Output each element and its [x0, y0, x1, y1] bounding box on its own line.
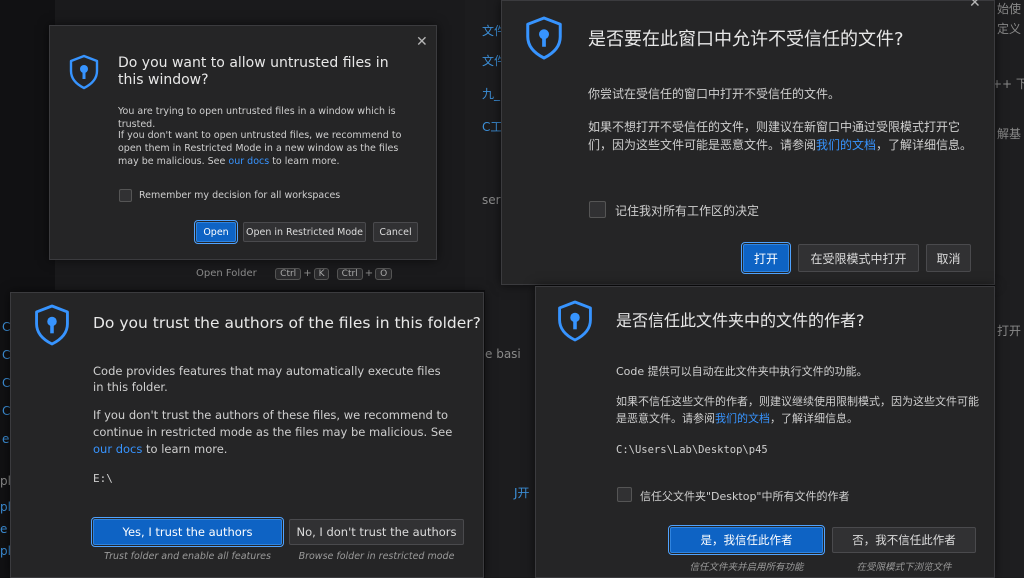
detail-text: If you don't trust the authors of these …	[93, 408, 453, 439]
remember-decision-checkbox[interactable]	[119, 189, 132, 202]
dont-trust-hint: 在受限模式下浏览文件	[856, 562, 952, 573]
key-ctrl: Ctrl	[275, 268, 302, 280]
remember-decision-checkbox[interactable]	[589, 201, 606, 218]
bg-fragment: 定义	[997, 22, 1022, 36]
dialog-title: 是否要在此窗口中允许不受信任的文件?	[588, 29, 904, 50]
detail-text-end: ，了解详细信息。	[770, 412, 858, 425]
dialog-message: Code provides features that may automati…	[93, 364, 441, 394]
folder-path: E:\	[93, 472, 113, 485]
detail-text-end: to learn more.	[142, 442, 228, 456]
dialog-detail: 如果不信任这些文件的作者，则建议继续使用限制模式，因为这些文件可能是恶意文件。请…	[616, 393, 981, 427]
remember-decision-label: Remember my decision for all workspaces	[139, 190, 341, 201]
key-k: K	[313, 268, 330, 280]
trust-hint: 信任文件夹并启用所有功能	[689, 562, 804, 573]
bg-fragment: e basi	[485, 347, 521, 361]
untrusted-files-dialog-en: ✕ Do you want to allow untrusted files i…	[49, 25, 437, 260]
bg-fragment: ++ 下	[992, 77, 1024, 91]
bg-fragment: e	[0, 522, 8, 536]
dont-trust-hint: Browse folder in restricted mode	[298, 551, 455, 562]
dialog-title: Do you want to allow untrusted files in …	[118, 55, 389, 88]
bg-fragment: 解基	[997, 127, 1022, 141]
detail-text-end: to learn more.	[269, 156, 340, 167]
dialog-detail: If you don't trust the authors of these …	[93, 407, 473, 458]
shield-icon	[69, 54, 99, 90]
trust-authors-dialog-en: Do you trust the authors of the files in…	[10, 292, 484, 578]
bg-fragment: J开	[514, 486, 530, 500]
docs-link[interactable]: 我们的文档	[715, 412, 770, 425]
open-folder-hint: Open Folder Ctrl + K Ctrl + O	[196, 268, 394, 280]
trust-hint: Trust folder and enable all features	[104, 551, 271, 562]
trust-parent-checkbox[interactable]	[617, 487, 632, 502]
close-icon[interactable]: ✕	[416, 34, 428, 50]
cancel-button[interactable]: Cancel	[373, 222, 418, 242]
dialog-detail: 如果不想打开不受信任的文件，则建议在新窗口中通过受限模式打开它们，因为这些文件可…	[588, 118, 978, 154]
docs-link[interactable]: our docs	[93, 442, 142, 456]
trust-authors-button[interactable]: Yes, I trust the authors	[91, 517, 284, 547]
docs-link[interactable]: 我们的文档	[816, 138, 876, 152]
trust-parent-label: 信任父文件夹"Desktop"中所有文件的作者	[640, 490, 850, 503]
dialog-message: Code 提供可以自动在此文件夹中执行文件的功能。	[616, 365, 868, 378]
shield-icon	[558, 300, 592, 342]
dont-trust-authors-button[interactable]: 否，我不信任此作者	[832, 527, 976, 553]
key-o: O	[375, 268, 393, 280]
cancel-button[interactable]: 取消	[926, 244, 971, 272]
folder-path: C:\Users\Lab\Desktop\p45	[616, 444, 768, 456]
remember-decision-label: 记住我对所有工作区的决定	[615, 204, 760, 218]
dont-trust-authors-button[interactable]: No, I don't trust the authors	[289, 519, 464, 545]
trust-authors-button[interactable]: 是，我信任此作者	[668, 525, 825, 555]
dialog-title: Do you trust the authors of the files in…	[93, 314, 481, 332]
key-ctrl: Ctrl	[336, 268, 363, 280]
shield-icon	[35, 304, 69, 346]
open-folder-label: Open Folder	[196, 268, 257, 279]
shield-icon	[526, 16, 562, 60]
bg-fragment: 始使	[997, 2, 1022, 16]
untrusted-files-dialog-zh: ✕ 是否要在此窗口中允许不受信任的文件? 你尝试在受信任的窗口中打开不受信任的文…	[501, 0, 995, 285]
editor-background-mid	[485, 285, 535, 578]
bg-fragment: 打开	[997, 324, 1022, 338]
docs-link[interactable]: our docs	[228, 156, 269, 167]
dialog-title: 是否信任此文件夹中的文件的作者?	[616, 311, 865, 330]
detail-text-end: ，了解详细信息。	[876, 138, 973, 152]
trust-authors-dialog-zh: 是否信任此文件夹中的文件的作者? Code 提供可以自动在此文件夹中执行文件的功…	[535, 286, 995, 578]
close-icon[interactable]: ✕	[969, 0, 981, 11]
open-button[interactable]: 打开	[741, 242, 791, 274]
bg-fragment: 九_	[482, 87, 501, 101]
open-button[interactable]: Open	[194, 220, 238, 244]
bg-fragment: e	[2, 432, 10, 446]
dialog-message: You are trying to open untrusted files i…	[118, 106, 396, 130]
dialog-detail: If you don't want to open untrusted file…	[118, 129, 418, 168]
background-divider	[465, 0, 501, 290]
open-restricted-button[interactable]: 在受限模式中打开	[798, 244, 919, 272]
dialog-message: 你尝试在受信任的窗口中打开不受信任的文件。	[588, 87, 841, 101]
open-restricted-button[interactable]: Open in Restricted Mode	[243, 222, 366, 242]
